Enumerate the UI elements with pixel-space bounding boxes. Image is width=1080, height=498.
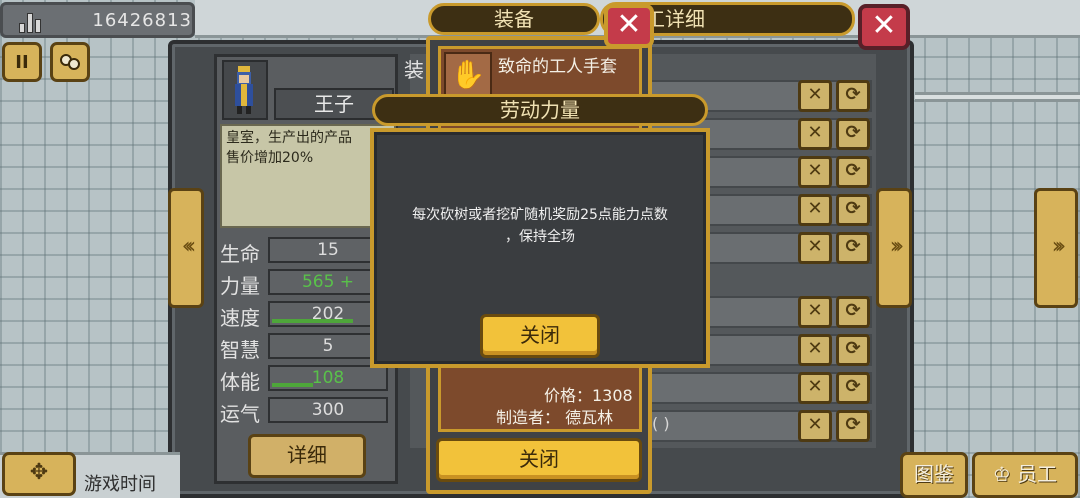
stat-value: 15 — [317, 240, 339, 260]
stat-label-hp: 生命 — [220, 242, 260, 266]
dpad-icon: ✥ — [29, 460, 49, 485]
stat-bar-luck: 300 — [268, 397, 388, 423]
crown-icon: ♔ — [992, 462, 1011, 486]
swap-icon: ⟳ — [845, 198, 861, 219]
double-chevron-left-icon: ‹‹‹ — [181, 234, 197, 259]
skill-dialog-title: 劳动力量 — [372, 94, 708, 126]
x-icon: ✕ — [807, 160, 823, 181]
remove-equipment-button[interactable]: ✕ — [798, 118, 832, 150]
remove-equipment-button[interactable]: ✕ — [798, 232, 832, 264]
equipment-panel-title: 装备 — [428, 3, 600, 35]
swap-equipment-button[interactable]: ⟳ — [836, 296, 870, 328]
item-price: 价格：1308 — [544, 386, 633, 405]
equipment-close-x-button[interactable]: ✕ — [604, 4, 654, 48]
next-employee-button[interactable]: ››› — [876, 188, 912, 308]
x-icon: ✕ — [807, 236, 823, 257]
money-value: 16426813 — [92, 9, 192, 31]
swap-equipment-button[interactable]: ⟳ — [836, 156, 870, 188]
swap-icon: ⟳ — [845, 122, 861, 143]
codex-label: 图鉴 — [914, 462, 954, 486]
people-button[interactable] — [50, 42, 90, 82]
double-chevron-right-icon: ››› — [889, 234, 905, 259]
next-page-button[interactable]: ››› — [1034, 188, 1078, 308]
swap-equipment-button[interactable]: ⟳ — [836, 410, 870, 442]
swap-icon: ⟳ — [845, 236, 861, 257]
equipment-section-label: 装 — [404, 58, 424, 82]
money-display: 16426813 — [0, 2, 195, 38]
remove-equipment-button[interactable]: ✕ — [798, 296, 832, 328]
equipment-close-button[interactable]: 关闭 — [436, 438, 642, 482]
swap-icon: ⟳ — [845, 338, 861, 359]
staff-button[interactable]: ♔ 员工 — [972, 452, 1078, 498]
stat-value: 5 — [322, 336, 334, 356]
stat-value: 108 — [311, 368, 345, 388]
x-icon: ✕ — [807, 122, 823, 143]
wall-band — [915, 92, 1080, 102]
x-icon: ✕ — [807, 198, 823, 219]
detail-button[interactable]: 详细 — [248, 434, 366, 478]
swap-icon: ⟳ — [845, 376, 861, 397]
swap-equipment-button[interactable]: ⟳ — [836, 118, 870, 150]
prince-avatar-icon — [235, 66, 253, 114]
swap-equipment-button[interactable]: ⟳ — [836, 80, 870, 112]
game-time-label: 游戏时间 — [84, 474, 156, 495]
item-maker: 制造者： 德瓦林 — [496, 408, 614, 427]
stat-label-wisdom: 智慧 — [220, 338, 260, 362]
swap-icon: ⟳ — [845, 84, 861, 105]
stat-value: 565 + — [301, 272, 355, 292]
x-icon: ✕ — [807, 414, 823, 435]
item-name: 致命的工人手套 — [498, 57, 617, 77]
stat-label-strength: 力量 — [220, 274, 260, 298]
swap-icon: ⟳ — [845, 300, 861, 321]
swap-equipment-button[interactable]: ⟳ — [836, 232, 870, 264]
remove-equipment-button[interactable]: ✕ — [798, 194, 832, 226]
codex-button[interactable]: 图鉴 — [900, 452, 968, 498]
game-time-button[interactable]: ✥ — [2, 452, 76, 496]
swap-equipment-button[interactable]: ⟳ — [836, 372, 870, 404]
close-icon: ✕ — [616, 7, 642, 42]
swap-icon: ⟳ — [845, 160, 861, 181]
skill-description: 每次砍树或者挖矿随机奖励25点能力点数 ，保持全场 — [412, 207, 668, 245]
close-icon: ✕ — [871, 8, 897, 43]
stat-label-luck: 运气 — [220, 402, 260, 426]
swap-equipment-button[interactable]: ⟳ — [836, 334, 870, 366]
remove-equipment-button[interactable]: ✕ — [798, 334, 832, 366]
skill-close-button[interactable]: 关闭 — [480, 314, 600, 358]
remove-equipment-button[interactable]: ✕ — [798, 80, 832, 112]
x-icon: ✕ — [807, 338, 823, 359]
stat-fill — [272, 383, 313, 387]
stat-label-speed: 速度 — [220, 306, 260, 330]
swap-equipment-button[interactable]: ⟳ — [836, 194, 870, 226]
remove-equipment-button[interactable]: ✕ — [798, 156, 832, 188]
swap-icon: ⟳ — [845, 414, 861, 435]
x-icon: ✕ — [807, 84, 823, 105]
slot-placeholder: ( ) — [652, 414, 670, 433]
stat-fill — [272, 319, 354, 323]
employee-close-button[interactable]: ✕ — [858, 4, 910, 50]
pause-icon: II — [15, 51, 29, 73]
staff-label: 员工 — [1017, 462, 1058, 486]
x-icon: ✕ — [807, 300, 823, 321]
pause-button[interactable]: II — [2, 42, 42, 82]
x-icon: ✕ — [807, 376, 823, 397]
people-icon — [60, 54, 80, 70]
building-icon — [19, 7, 42, 33]
remove-equipment-button[interactable]: ✕ — [798, 410, 832, 442]
remove-equipment-button[interactable]: ✕ — [798, 372, 832, 404]
stat-bar-stamina: 108 — [268, 365, 388, 391]
double-chevron-right-icon: ››› — [1051, 234, 1067, 259]
stat-value: 300 — [311, 400, 345, 420]
glove-icon: ✋ — [444, 52, 492, 98]
prev-employee-button[interactable]: ‹‹‹ — [168, 188, 204, 308]
stat-label-stamina: 体能 — [220, 370, 260, 394]
